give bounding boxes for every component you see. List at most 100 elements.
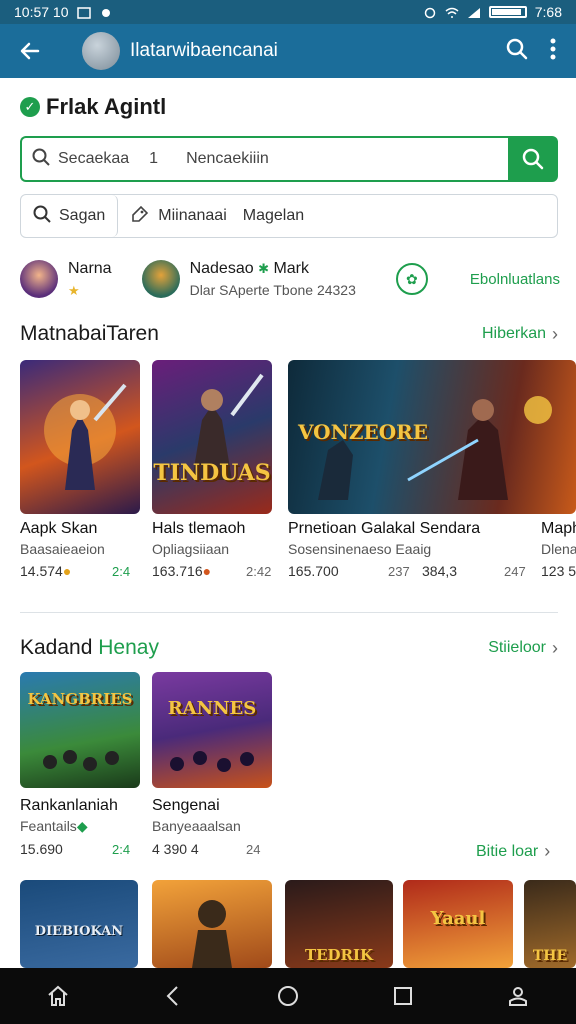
see-more-link[interactable]: Bitie loar ›: [476, 841, 550, 862]
soldier-art-icon: [192, 900, 232, 968]
section-header: Kadand Henay Stiieloor ›: [20, 636, 558, 660]
flag-icon: ✱: [258, 261, 269, 276]
warrior-art-icon: [192, 373, 264, 480]
verified-badge-icon[interactable]: ✿: [395, 263, 428, 295]
game-stat: 15.690: [20, 841, 63, 857]
game-card-art[interactable]: [152, 880, 272, 968]
game-art-title: Yaaul: [430, 908, 486, 929]
game-name[interactable]: Maph: [541, 520, 576, 538]
search-icon[interactable]: [506, 38, 528, 65]
army-art-icon: [170, 751, 254, 772]
wifi-icon: [445, 6, 459, 18]
game-sub: Baasaieaeion: [20, 541, 105, 557]
recents-icon[interactable]: [383, 976, 423, 1016]
star-icon: ★: [68, 282, 80, 298]
battery-icon: [488, 6, 527, 18]
back-arrow-icon[interactable]: [12, 33, 48, 69]
game-sub: Banyeaaalsan: [152, 818, 241, 834]
avatar[interactable]: [20, 260, 58, 298]
game-art-title: KANGBRIES: [27, 690, 133, 708]
game-stat-secondary: 247: [504, 564, 526, 579]
game-art-title: THE: [532, 948, 568, 964]
filter-chip-label: Miinanaai: [158, 207, 227, 224]
game-sub: Dlena: [541, 541, 576, 557]
filter-chip-magelan[interactable]: Magelan: [239, 195, 316, 237]
section-title-part: Kadand: [20, 636, 93, 659]
game-sub-text: Feantails: [20, 818, 77, 834]
person-name: Narna: [68, 259, 112, 277]
status-time-right: 7:68: [534, 4, 562, 20]
game-art-title: TINDUAS: [153, 460, 271, 486]
person-name-suffix: Mark: [273, 260, 309, 277]
avatar[interactable]: [141, 260, 180, 298]
account-icon[interactable]: [498, 976, 538, 1016]
game-stat-secondary: 2:4: [112, 564, 131, 579]
search-button[interactable]: [508, 136, 558, 182]
see-more-link[interactable]: Stiieloor ›: [488, 638, 558, 659]
home-icon[interactable]: [38, 976, 78, 1016]
shield-icon: ◆: [76, 818, 88, 834]
people-link[interactable]: Ebolnluatlans: [470, 271, 560, 288]
status-bar: 10:57 10 7:68: [0, 0, 576, 24]
page-heading: ✓ Frlak Agintl: [20, 94, 166, 120]
person-2[interactable]: Nadesao ✱ Mark Dlar SAperte Tbone 24323: [190, 260, 356, 298]
game-sub: Opliagsiiaan: [152, 541, 230, 557]
game-name[interactable]: Prnetioan Galakal Sendara: [288, 520, 480, 538]
game-stat-secondary: 237: [388, 564, 410, 579]
section-title: Kadand Henay: [20, 636, 159, 660]
game-name[interactable]: Hals tlemaoh: [152, 520, 245, 538]
game-card-art[interactable]: THE: [524, 880, 576, 968]
game-card-art[interactable]: Yaaul: [403, 880, 513, 968]
check-circle-icon: ✓: [20, 97, 40, 117]
avatar[interactable]: [82, 32, 120, 70]
people-row: Narna ★ Nadesao ✱ Mark Dlar SAperte Tbon…: [20, 256, 560, 302]
filter-chip-search[interactable]: Sagan: [21, 195, 119, 237]
game-stat: 4 390 4: [152, 841, 199, 857]
chevron-right-icon: ›: [544, 841, 551, 861]
more-vertical-icon[interactable]: [550, 38, 556, 65]
game-stat: 123 5: [541, 563, 576, 579]
divider: [20, 612, 558, 613]
search-chip-icon: [33, 205, 51, 228]
filter-chip-label: Sagan: [59, 207, 106, 224]
game-card-art[interactable]: [20, 360, 140, 514]
game-card-art[interactable]: DIEBIOKAN: [20, 880, 138, 968]
section-header: MatnabaiTaren Hiberkan ›: [20, 322, 558, 346]
see-more-label: Bitie loar: [476, 842, 539, 860]
back-nav-icon[interactable]: [153, 976, 193, 1016]
home-circle-icon[interactable]: [268, 976, 308, 1016]
see-more-label: Hiberkan: [481, 325, 546, 342]
coin-icon: ●: [202, 563, 212, 579]
game-sub: Feantails◆: [20, 818, 88, 835]
see-more-label: Stiieloor: [488, 639, 546, 656]
filter-chip-tag[interactable]: Miinanaai: [118, 195, 238, 237]
game-card-art[interactable]: VONZEORE: [288, 360, 576, 514]
game-name[interactable]: Rankanlaniah: [20, 797, 118, 815]
game-art-title: DIEBIOKAN: [34, 924, 124, 939]
app-bar: Ilatarwibaencanai: [0, 24, 576, 78]
game-card-art[interactable]: TEDRIK: [285, 880, 393, 968]
game-card-art[interactable]: TINDUAS: [152, 360, 272, 514]
page-title: Frlak Agintl: [46, 94, 167, 119]
game-sub: Sosensinenaeso Eaaig: [288, 541, 432, 557]
see-more-link[interactable]: Hiberkan ›: [482, 324, 558, 345]
coin-icon: ●: [62, 563, 72, 579]
game-stat-value: 14.574: [20, 563, 63, 579]
search-input[interactable]: Secaekaa 1 Nencaekiiin: [20, 136, 508, 182]
section-title-accent: Henay: [98, 636, 159, 659]
filter-chip-label: Magelan: [242, 207, 305, 224]
game-stat: 384,3: [422, 563, 458, 579]
game-card-art[interactable]: KANGBRIES: [20, 672, 140, 788]
game-art-title: RANNES: [167, 698, 257, 719]
game-stat-secondary: 2:42: [246, 564, 272, 579]
alarm-icon: [423, 6, 437, 19]
game-card-art[interactable]: RANNES: [152, 672, 272, 788]
person-1[interactable]: Narna ★: [68, 260, 112, 299]
status-time-left: 10:57 10: [14, 4, 69, 20]
person-name: Nadesao: [189, 260, 254, 277]
game-stat-value: 163.716: [152, 563, 203, 579]
game-name[interactable]: Aapk Skan: [20, 520, 97, 538]
filter-bar: Sagan Miinanaai Magelan: [20, 194, 558, 238]
game-name[interactable]: Sengenai: [152, 797, 220, 815]
system-nav-bar: [0, 968, 576, 1024]
